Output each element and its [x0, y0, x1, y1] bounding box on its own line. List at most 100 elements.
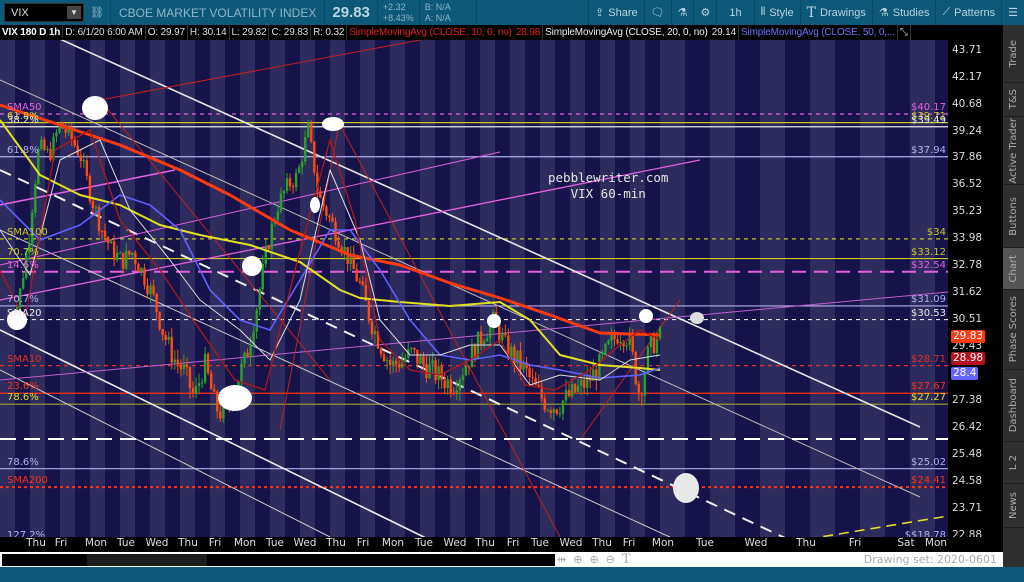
price-axis[interactable]: 43.71 42.17 40.68 39.24 37.86 36.52 35.23 33.98…	[948, 40, 1003, 541]
time-tick: Thu	[475, 537, 495, 549]
price-tick: 23.71	[952, 501, 983, 514]
message-button[interactable]: 🗨	[645, 0, 672, 25]
level-price-label: $27.67	[911, 381, 946, 393]
time-tick: Thu	[178, 537, 198, 549]
level-name-label: 38.2%	[7, 114, 39, 126]
time-tick: Thu	[592, 537, 612, 549]
level-price-label: $33.12	[911, 246, 946, 258]
sidebar-tab-l-2[interactable]: L 2	[1003, 442, 1024, 484]
sidebar-tab-active-trader[interactable]: Active Trader	[1003, 117, 1024, 185]
price-tick: 37.86	[952, 151, 983, 164]
sma20-study[interactable]: SimpleMovingAvg (CLOSE, 20, 0, no)	[543, 25, 710, 40]
flask-button[interactable]: ⚗	[672, 0, 695, 25]
level-price-label: $25.02	[911, 456, 946, 468]
message-icon: 🗨	[650, 7, 665, 19]
symbol-dropdown-icon[interactable]: ▼	[67, 6, 81, 19]
price-tick: 25.48	[952, 448, 983, 461]
time-tick: Fri	[506, 537, 520, 549]
sidebar-tab-label: Phase Scores	[1008, 296, 1019, 363]
highlight-marker	[310, 197, 320, 213]
style-button[interactable]: ⫴ Style	[755, 0, 801, 25]
sidebar-tab-t-s[interactable]: T&S	[1003, 83, 1024, 117]
level-price-label: $30.53	[911, 307, 946, 319]
moving-averages	[0, 96, 704, 503]
scrollbar-thumb[interactable]	[87, 554, 207, 566]
time-tick: Wed	[443, 537, 467, 549]
pan-icon[interactable]: ⇹	[557, 553, 566, 566]
price-tick: 32.78	[952, 259, 983, 272]
drawings-button[interactable]: T Drawings	[801, 0, 873, 25]
studies-button[interactable]: ⚗ Studies	[873, 0, 937, 25]
horizontal-scrollbar[interactable]	[2, 554, 555, 566]
sidebar-tab-label: Buttons	[1008, 196, 1019, 236]
sidebar-tab-label: Chart	[1008, 254, 1019, 283]
sidebar-tab-buttons[interactable]: Buttons	[1003, 185, 1024, 248]
timeframe-label: 1h	[729, 6, 742, 19]
drawing-set-selector[interactable]: Drawing set: 2020-0601	[864, 553, 997, 566]
zoom-out-icon[interactable]: ⊖	[606, 553, 615, 566]
price-tick: 35.23	[952, 205, 983, 218]
highlight-marker	[690, 312, 704, 324]
sidebar-tab-trade[interactable]: Trade	[1003, 25, 1024, 83]
price-tick: 30.51	[952, 313, 983, 326]
time-tick: Thu	[796, 537, 816, 549]
chart-title: VIX 180 D 1h	[0, 25, 64, 40]
price-tick: 31.62	[952, 286, 983, 299]
bar-date: D: 6/1/20 6:00 AM	[63, 25, 146, 40]
level-name-label: SMA100	[7, 226, 48, 238]
sidebar-tab-news[interactable]: News	[1003, 484, 1024, 528]
symbol-input[interactable]: VIX ▼	[4, 3, 84, 22]
sma50-study[interactable]: SimpleMovingAvg (CLOSE, 50, 0,...	[739, 25, 898, 40]
price-badge: 29.83	[951, 329, 986, 343]
bar-range: R: 0.32	[311, 25, 348, 40]
bid-value: B: N/A	[424, 1, 451, 12]
price-tick: 33.98	[952, 232, 983, 245]
level-name-label: 78.6%	[7, 392, 39, 404]
collapse-icon[interactable]: ⤡	[898, 25, 911, 40]
symbol-description: CBOE MARKET VOLATILITY INDEX	[118, 5, 317, 20]
level-price-label: $24.41	[911, 475, 946, 487]
sma10-study[interactable]: SimpleMovingAvg (CLOSE, 10, 0, no)	[347, 25, 514, 40]
change-value: +2.32	[382, 1, 406, 12]
style-label: Style	[769, 6, 794, 19]
flask-icon: ⚗	[878, 7, 889, 19]
time-tick: Tue	[531, 537, 549, 549]
menu-button[interactable]: ☰	[1002, 0, 1024, 25]
sidebar-tab-phase-scores[interactable]: Phase Scores	[1003, 290, 1024, 370]
highlight-marker	[487, 314, 501, 328]
price-tick: 42.17	[952, 70, 983, 83]
level-price-label: $39.49	[911, 114, 946, 126]
bar-low: L: 29.82	[230, 25, 270, 40]
price-badge: 28.4	[951, 366, 979, 380]
sidebar-tab-label: Dashboard	[1008, 378, 1019, 433]
sidebar-tab-dashboard[interactable]: Dashboard	[1003, 370, 1024, 442]
studies-label: Studies	[892, 6, 930, 19]
patterns-button[interactable]: ⟋ Patterns	[936, 0, 1003, 25]
crosshair-icon[interactable]: ⊕	[573, 553, 582, 566]
zoom-in-icon[interactable]: ⊕	[589, 553, 598, 566]
symbol-value: VIX	[11, 6, 29, 19]
settings-button[interactable]: ⚙	[694, 0, 718, 25]
time-tick: Mon	[924, 537, 948, 549]
sma10-value: 28.98	[514, 25, 544, 40]
time-axis[interactable]: Thu Fri Mon Tue Wed Thu Fri Mon Tue Wed Thu Fri Mon T…	[0, 537, 1003, 551]
share-icon: ⇪	[595, 7, 605, 19]
chart-plot-area[interactable]: $40.17 SMA50 $39.71 61.8% $39.49 38.2% $37.94 6…	[0, 40, 948, 537]
toolbar: VIX ▼ ⛓ CBOE MARKET VOLATILITY INDEX 29.8…	[0, 0, 1024, 25]
timeframe-button[interactable]: 1h	[717, 0, 755, 25]
level-name-label: 23.6%	[7, 381, 39, 393]
sidebar-tab-chart[interactable]: Chart	[1003, 248, 1024, 290]
chart-info-bar: VIX 180 D 1h D: 6/1/20 6:00 AM O: 29.97 …	[0, 25, 1003, 40]
text-icon[interactable]: T	[622, 552, 631, 567]
level-name-label: 70.7%	[7, 246, 39, 258]
level-name-label: 14.6%	[7, 259, 39, 271]
sidebar-tab-label: L 2	[1008, 454, 1019, 471]
level-price-label: $37.94	[911, 144, 946, 156]
level-name-label: SMA20	[7, 307, 42, 319]
link-icon[interactable]: ⛓	[90, 6, 104, 19]
highlight-markers	[7, 96, 704, 503]
sidebar-tab-label: News	[1008, 491, 1019, 520]
share-button[interactable]: ⇪ Share	[589, 0, 645, 25]
time-tick: Thu	[26, 537, 46, 549]
price-tick: 39.24	[952, 124, 983, 137]
